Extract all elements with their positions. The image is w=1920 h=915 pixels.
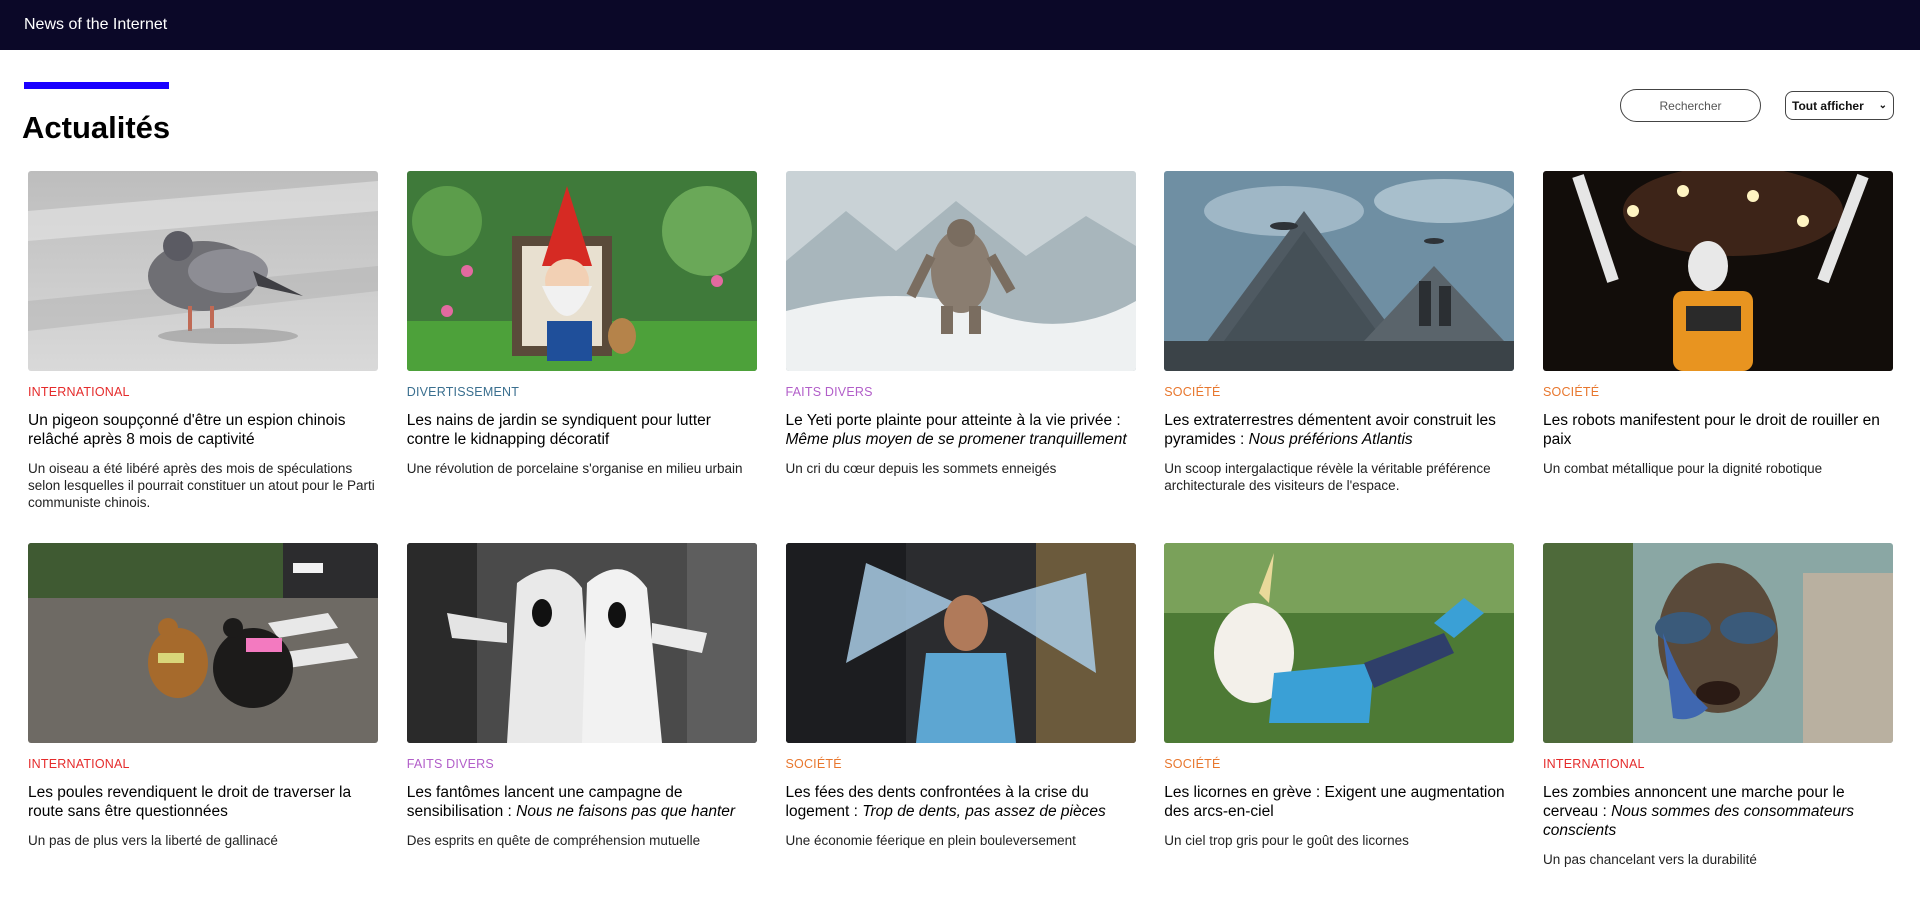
filter-selected-value: Tout afficher xyxy=(1792,98,1864,113)
article-image-ghosts[interactable] xyxy=(406,543,757,743)
article-card[interactable]: INTERNATIONAL Les zombies annoncent une … xyxy=(1543,543,1893,915)
article-description: Un pas chancelant vers la durabilité xyxy=(1543,852,1757,867)
article-title[interactable]: Les fantômes lancent une campagne de sen… xyxy=(407,783,757,821)
article-image-unicorn-mask[interactable] xyxy=(1164,543,1515,743)
article-image-pyramids-aliens[interactable] xyxy=(1164,171,1515,371)
article-image-tooth-fairy[interactable] xyxy=(785,543,1136,743)
article-category[interactable]: FAITS DIVERS xyxy=(786,385,1136,399)
title-accent-bar xyxy=(24,82,169,89)
article-description: Une économie féerique en plein boulevers… xyxy=(785,833,1076,848)
article-title[interactable]: Les extraterrestres démentent avoir cons… xyxy=(1164,411,1514,449)
article-description: Un cri du cœur depuis les sommets enneig… xyxy=(785,461,1057,476)
article-category[interactable]: INTERNATIONAL xyxy=(28,757,378,771)
article-image-garden-gnome[interactable] xyxy=(406,171,757,371)
article-description: Un combat métallique pour la dignité rob… xyxy=(1543,461,1823,476)
article-card[interactable]: INTERNATIONAL Les poules revendiquent le… xyxy=(28,543,378,915)
article-image-pigeon[interactable] xyxy=(28,171,378,371)
top-navbar: News of the Internet xyxy=(0,0,1920,50)
article-category[interactable]: DIVERTISSEMENT xyxy=(407,385,757,399)
article-image-chickens[interactable] xyxy=(28,543,378,743)
article-card[interactable]: SOCIÉTÉ Les licornes en grève : Exigent … xyxy=(1164,543,1515,915)
article-card[interactable]: FAITS DIVERS Les fantômes lancent une ca… xyxy=(406,543,757,915)
article-description: Un pas de plus vers la liberté de gallin… xyxy=(28,833,278,848)
article-category[interactable]: SOCIÉTÉ xyxy=(1543,385,1893,399)
article-title[interactable]: Les fées des dents confrontées à la cris… xyxy=(786,783,1136,821)
article-title[interactable]: Les poules revendiquent le droit de trav… xyxy=(28,783,378,821)
article-category[interactable]: SOCIÉTÉ xyxy=(1164,757,1514,771)
category-filter-select[interactable]: Tout afficher ⌄ xyxy=(1785,91,1894,120)
article-card[interactable]: FAITS DIVERS Le Yeti porte plainte pour … xyxy=(785,171,1136,543)
page-title: Actualités xyxy=(22,110,171,145)
article-title[interactable]: Les nains de jardin se syndiquent pour l… xyxy=(407,411,757,449)
app-title[interactable]: News of the Internet xyxy=(24,16,167,34)
article-category[interactable]: SOCIÉTÉ xyxy=(786,757,1136,771)
page-header: Actualités Rechercher Tout afficher ⌄ xyxy=(0,50,1920,171)
article-title[interactable]: Les zombies annoncent une marche pour le… xyxy=(1543,783,1893,840)
article-description: Un ciel trop gris pour le goût des licor… xyxy=(1164,833,1409,848)
article-card[interactable]: DIVERTISSEMENT Les nains de jardin se sy… xyxy=(406,171,757,543)
article-card[interactable]: SOCIÉTÉ Les fées des dents confrontées à… xyxy=(785,543,1136,915)
article-card[interactable]: SOCIÉTÉ Les extraterrestres démentent av… xyxy=(1164,171,1515,543)
article-category[interactable]: INTERNATIONAL xyxy=(1543,757,1893,771)
article-title[interactable]: Un pigeon soupçonné d'être un espion chi… xyxy=(28,411,378,449)
article-grid: INTERNATIONAL Un pigeon soupçonné d'être… xyxy=(28,171,1893,915)
article-card[interactable]: SOCIÉTÉ Les robots manifestent pour le d… xyxy=(1543,171,1893,543)
article-title[interactable]: Les licornes en grève : Exigent une augm… xyxy=(1164,783,1514,821)
article-category[interactable]: FAITS DIVERS xyxy=(407,757,757,771)
article-category[interactable]: INTERNATIONAL xyxy=(28,385,378,399)
search-button[interactable]: Rechercher xyxy=(1620,89,1761,122)
article-description: Une révolution de porcelaine s'organise … xyxy=(406,461,743,476)
article-card[interactable]: INTERNATIONAL Un pigeon soupçonné d'être… xyxy=(28,171,378,543)
article-category[interactable]: SOCIÉTÉ xyxy=(1164,385,1514,399)
article-description: Un scoop intergalactique révèle la vérit… xyxy=(1164,461,1491,493)
article-image-zombie[interactable] xyxy=(1543,543,1893,743)
article-description: Des esprits en quête de compréhension mu… xyxy=(406,833,701,848)
article-title[interactable]: Les robots manifestent pour le droit de … xyxy=(1543,411,1893,449)
article-description: Un oiseau a été libéré après des mois de… xyxy=(28,461,375,510)
article-title[interactable]: Le Yeti porte plainte pour atteinte à la… xyxy=(786,411,1136,449)
chevron-down-icon: ⌄ xyxy=(1878,100,1887,111)
article-image-robot[interactable] xyxy=(1543,171,1893,371)
article-image-yeti[interactable] xyxy=(785,171,1136,371)
